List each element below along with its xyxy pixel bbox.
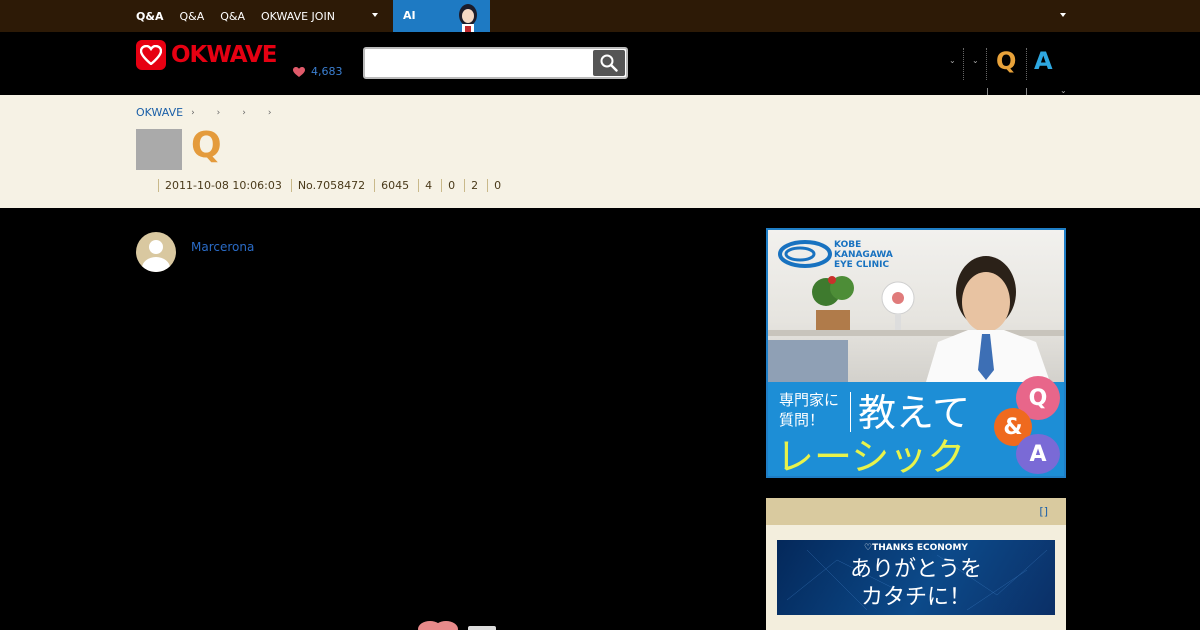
answer-count: 4 xyxy=(418,179,441,192)
chevron-down-icon[interactable]: ⌄ xyxy=(949,56,956,65)
breadcrumb: OKWAVE › › › › xyxy=(136,106,286,119)
avatar[interactable] xyxy=(136,232,176,272)
divider xyxy=(963,48,964,80)
ad-bubble-a: A xyxy=(1016,434,1060,474)
question-header: OKWAVE › › › › Q 2011-10-08 10:06:03 No.… xyxy=(0,95,1200,208)
thanks-count-value: 4,683 xyxy=(311,65,343,78)
search-icon xyxy=(600,54,618,72)
ai-tab[interactable]: AI xyxy=(393,0,490,32)
banner-big-text: ありがとうを カタチに！ xyxy=(849,557,982,610)
category-image[interactable] xyxy=(136,129,182,170)
thanks-economy-banner[interactable]: ♡THANKS ECONOMY ありがとうを カタチに！ xyxy=(777,540,1055,615)
thanks-heart-icon[interactable] xyxy=(416,620,506,630)
box-header-link[interactable]: [] xyxy=(1039,505,1048,518)
question-datetime: 2011-10-08 10:06:03 xyxy=(158,179,291,192)
view-count: 6045 xyxy=(374,179,418,192)
ad-photo: KOBE KANAGAWA EYE CLINIC xyxy=(768,230,1064,382)
question-meta: 2011-10-08 10:06:03 No.7058472 6045 4 0 … xyxy=(136,179,510,192)
breadcrumb-separator-icon: › xyxy=(267,107,272,118)
thanks-count[interactable]: 4,683 xyxy=(293,65,343,78)
chevron-down-icon[interactable]: ⌄ xyxy=(1060,86,1067,95)
ai-tab-label: AI xyxy=(403,9,416,22)
ai-character-icon xyxy=(459,4,477,32)
ad-text-lasik: レーシック xyxy=(776,435,966,478)
question-q-mark: Q xyxy=(191,125,222,166)
user-icon xyxy=(142,240,170,272)
breadcrumb-separator-icon: › xyxy=(242,107,246,118)
heart-icon xyxy=(293,66,305,77)
caret-down-icon[interactable] xyxy=(1060,13,1066,17)
thanks-economy-box: [] ♡THANKS ECONOMY ありがとうを カタチに！ xyxy=(766,498,1066,630)
clinic-logo-icon xyxy=(778,240,832,268)
meta-stat: 0 xyxy=(487,179,510,192)
meta-stat: 2 xyxy=(464,179,487,192)
clinic-name: KOBE KANAGAWA EYE CLINIC xyxy=(834,240,893,270)
ad-text-left: 専門家に 質問！ xyxy=(779,391,840,429)
banner-small-text: ♡THANKS ECONOMY xyxy=(864,543,968,553)
lasik-ad-banner[interactable]: KOBE KANAGAWA EYE CLINIC 専門家に 質問！ 教えて レー… xyxy=(766,228,1066,478)
top-nav-okwave-join[interactable]: OKWAVE JOIN xyxy=(261,10,335,23)
divider xyxy=(986,48,987,80)
chevron-down-icon[interactable]: ⌄ xyxy=(972,56,979,65)
divider xyxy=(1026,88,1027,95)
caret-down-icon[interactable] xyxy=(372,13,378,17)
box-header: [] xyxy=(766,498,1066,525)
logo-text: OKWAVE xyxy=(171,42,277,68)
search-input[interactable] xyxy=(369,53,589,73)
username-link[interactable]: Marcerona xyxy=(191,240,254,254)
answer-button[interactable]: A xyxy=(1034,47,1053,75)
question-number: No.7058472 xyxy=(290,179,374,192)
logo-heart-icon xyxy=(136,40,166,70)
divider xyxy=(1026,48,1027,80)
breadcrumb-okwave[interactable]: OKWAVE xyxy=(136,106,183,119)
top-nav-qa-home[interactable]: Q&A xyxy=(136,10,163,23)
top-nav: Q&A Q&A Q&A OKWAVE JOIN xyxy=(136,0,351,32)
meta-stat: 0 xyxy=(441,179,464,192)
top-nav-qa-3[interactable]: Q&A xyxy=(220,10,245,23)
breadcrumb-separator-icon: › xyxy=(191,107,195,118)
top-bar: Q&A Q&A Q&A OKWAVE JOIN AI xyxy=(0,0,1200,32)
search-button[interactable] xyxy=(593,50,625,76)
search-box xyxy=(363,47,628,79)
top-nav-qa-2[interactable]: Q&A xyxy=(179,10,204,23)
site-header: OKWAVE 4,683 ⌄ ⌄ Q A ⌄ xyxy=(0,32,1200,95)
ask-question-button[interactable]: Q xyxy=(996,47,1016,75)
divider xyxy=(987,88,988,95)
okwave-logo[interactable]: OKWAVE xyxy=(136,40,277,70)
breadcrumb-separator-icon: › xyxy=(216,107,221,118)
